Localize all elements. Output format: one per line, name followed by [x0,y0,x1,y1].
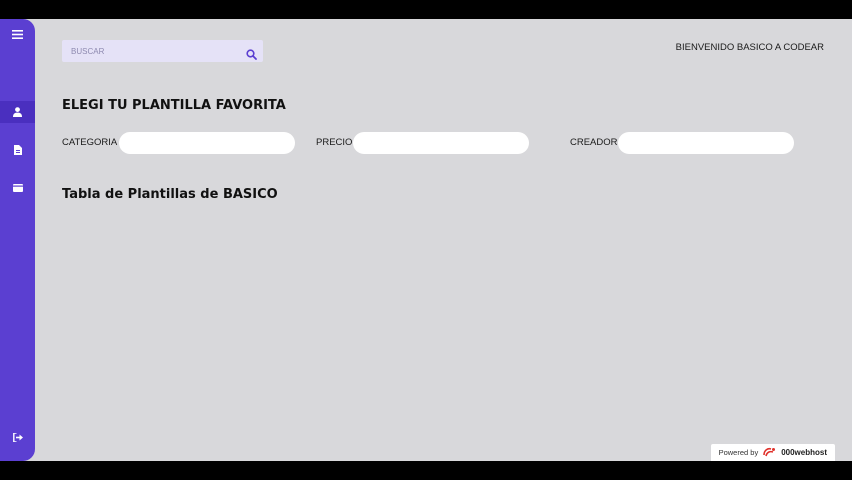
sidebar-item-profile[interactable] [0,101,35,123]
powered-by-label: Powered by [718,448,759,457]
menu-button[interactable] [0,23,35,45]
welcome-message: BIENVENIDO BASICO A CODEAR [675,42,824,53]
000webhost-logo-icon [763,447,776,459]
search-input[interactable] [62,45,243,57]
price-filter-input[interactable] [353,132,529,154]
filter-label-precio: PRECIO [316,137,353,148]
powered-by-badge[interactable]: Powered by 000webhost [710,444,835,461]
page-title: ELEGI TU PLANTILLA FAVORITA [62,98,286,113]
document-icon [13,145,22,155]
filter-label-creador: CREADOR [570,137,618,148]
sidebar [0,19,35,461]
category-filter-input[interactable] [119,132,295,154]
app-viewport: BIENVENIDO BASICO A CODEAR ELEGI TU PLAN… [0,19,852,461]
creator-filter-input[interactable] [618,132,794,154]
filter-label-categoria: CATEGORIA [62,137,118,148]
table-title: Tabla de Plantillas de BASICO [62,187,278,202]
search-icon[interactable] [246,45,257,64]
user-icon [13,107,22,117]
powered-by-brand: 000webhost [781,448,827,457]
menu-icon [12,29,23,39]
logout-button[interactable] [0,426,35,448]
search-bar [62,40,263,62]
sidebar-item-documents[interactable] [0,139,35,161]
sidebar-item-wallet[interactable] [0,176,35,198]
wallet-icon [12,183,23,192]
logout-icon [12,432,23,442]
